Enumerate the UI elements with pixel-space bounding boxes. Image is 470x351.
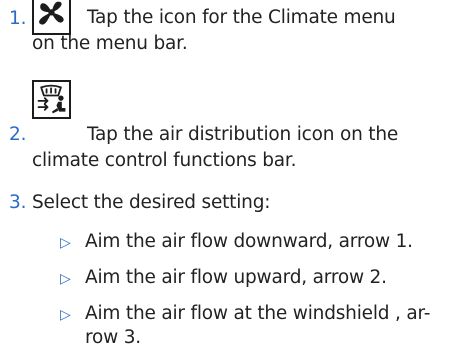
bullet-triangle-icon: ▷ [60, 307, 71, 323]
step-text-line-1: Tap the icon for the Climate menu [87, 7, 396, 28]
option-text: Aim the air flow upward, arrow 2. [85, 267, 387, 288]
step-text-line-1: Select the desired setting: [32, 192, 271, 213]
step-number: 2. [9, 124, 27, 145]
option-text: Aim the air flow downward, arrow 1. [85, 231, 413, 252]
fan-icon [32, 0, 71, 35]
bullet-triangle-icon: ▷ [60, 235, 71, 251]
step-number: 3. [9, 192, 27, 213]
step-text-line-2: on the menu bar. [32, 33, 188, 54]
step-text-line-1: Tap the air distribution icon on the [87, 124, 399, 145]
step-number: 1. [9, 8, 27, 29]
air-distribution-icon [32, 80, 71, 119]
option-text-line-2: row 3. [85, 327, 141, 348]
bullet-triangle-icon: ▷ [60, 271, 71, 287]
option-text-line-1: Aim the air flow at the windshield , ar- [85, 303, 431, 324]
step-text-line-2: climate control functions bar. [32, 150, 297, 171]
